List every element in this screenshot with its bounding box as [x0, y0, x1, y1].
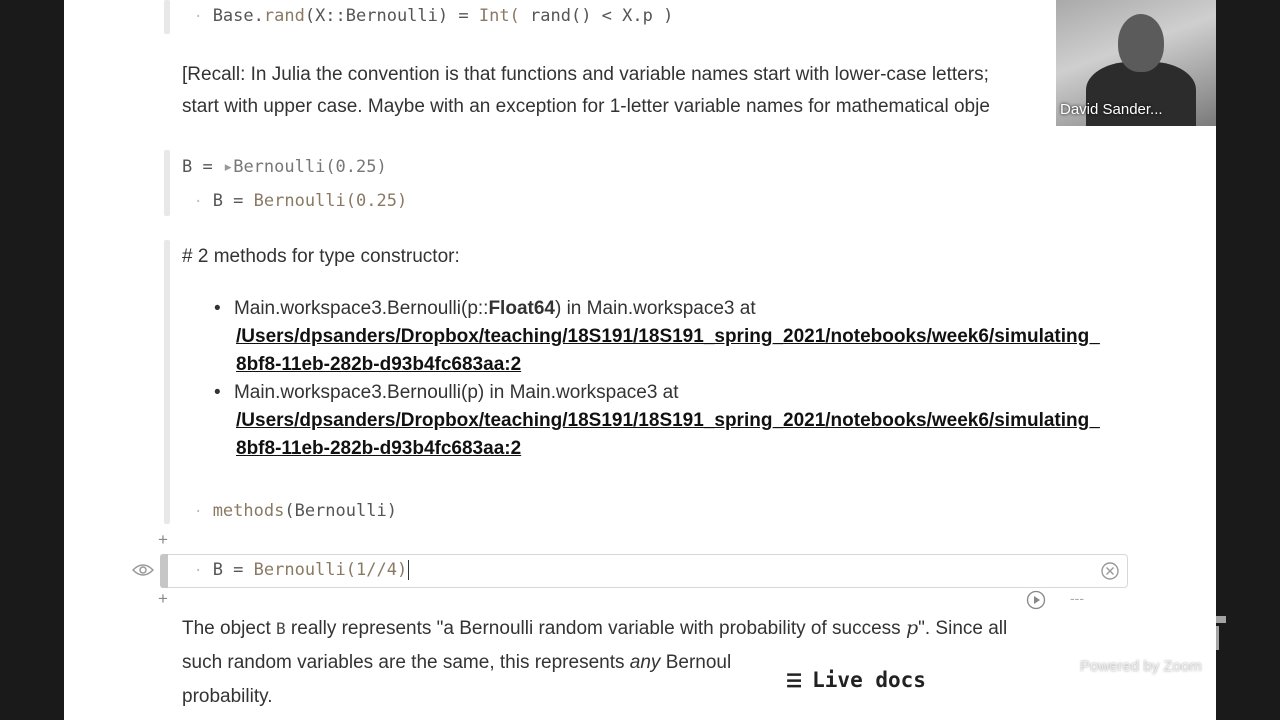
- cell-dot-icon: ·: [194, 563, 203, 579]
- prose-text: really represents "a Bernoulli random va…: [285, 618, 906, 639]
- code-eq: =: [448, 6, 479, 26]
- method-item: • Main.workspace3.Bernoulli(p) in Main.w…: [214, 382, 679, 404]
- more-options-icon[interactable]: ---: [1070, 590, 1084, 606]
- code-rest: rand() < X.p ): [519, 6, 674, 26]
- code-text: B =: [212, 560, 254, 580]
- code-cell-b[interactable]: · B = Bernoulli(0.25): [194, 191, 407, 211]
- code-args: (0.25): [345, 191, 408, 211]
- cell-bar: [164, 240, 170, 524]
- code-args: (1//4): [345, 560, 408, 580]
- recall-line-2: start with upper case. Maybe with an exc…: [182, 96, 990, 117]
- participant-name: David Sander...: [1060, 101, 1163, 118]
- video-participant-tile: David Sander...: [1056, 0, 1216, 126]
- output-prefix: B =: [182, 157, 223, 177]
- participant-head: [1118, 14, 1164, 72]
- cell-bar: [164, 150, 170, 216]
- live-docs-label: Live docs: [812, 668, 926, 692]
- cell-drag-handle[interactable]: [160, 554, 168, 588]
- method-path-link[interactable]: /Users/dpsanders/Dropbox/teaching/18S191…: [236, 326, 1100, 348]
- prose-text: The object: [182, 618, 276, 639]
- code-cell-rand[interactable]: · Base.rand(X::Bernoulli) = Int( rand() …: [194, 6, 673, 26]
- code-fn: Bernoulli: [253, 560, 346, 580]
- cell-bar: [164, 0, 170, 34]
- code-text: Base.: [212, 6, 264, 26]
- inline-code: B: [276, 619, 286, 638]
- code-cell-methods[interactable]: · methods(Bernoulli): [194, 501, 397, 521]
- zoom-watermark: Powered by Zoom: [1080, 658, 1202, 675]
- text-cursor: ​: [408, 560, 410, 580]
- prose-line-1: The object B really represents "a Bernou…: [182, 617, 1007, 640]
- code-int: Int(: [478, 6, 520, 26]
- methods-header: # 2 methods for type constructor:: [182, 246, 460, 267]
- active-cell-code[interactable]: · B = Bernoulli(1//4)​: [194, 560, 410, 580]
- prose-emphasis: any: [629, 652, 661, 673]
- prose-text: such random variables are the same, this…: [182, 652, 630, 673]
- code-fn: rand: [263, 6, 305, 26]
- prose-text: Bernoul: [660, 652, 732, 673]
- method-path-link-line2[interactable]: 8bf8-11eb-282b-d93b4fc683aa:2: [236, 438, 521, 460]
- output-value: Bernoulli(0.25): [233, 157, 387, 177]
- expand-triangle-icon[interactable]: ▸: [223, 157, 233, 177]
- prose-text: ". Since all: [918, 618, 1008, 639]
- method-signature: Main.workspace3.Bernoulli(p::: [233, 298, 489, 319]
- live-docs-button[interactable]: ☰ Live docs: [786, 668, 926, 692]
- code-text: B =: [212, 191, 254, 211]
- method-signature-type: Float64: [488, 298, 555, 319]
- code-fn: methods: [212, 501, 285, 521]
- method-location: in Main.workspace3 at: [484, 382, 679, 403]
- cell-dot-icon: ·: [194, 194, 203, 210]
- method-path-link[interactable]: /Users/dpsanders/Dropbox/teaching/18S191…: [236, 410, 1100, 432]
- cell-output-b: B = ▸Bernoulli(0.25): [182, 157, 387, 177]
- method-path-link-line2[interactable]: 8bf8-11eb-282b-d93b4fc683aa:2: [236, 354, 521, 376]
- cell-dot-icon: ·: [194, 9, 203, 25]
- add-cell-above-button[interactable]: +: [158, 530, 168, 550]
- math-var: p: [905, 617, 919, 639]
- mit-logo-icon: [1158, 616, 1226, 650]
- cell-dot-icon: ·: [194, 504, 203, 520]
- add-cell-below-button[interactable]: +: [158, 589, 168, 609]
- bullet-icon: •: [214, 382, 221, 403]
- recall-line-1: [Recall: In Julia the convention is that…: [182, 64, 989, 85]
- code-fn: Bernoulli: [253, 191, 346, 211]
- run-cell-icon[interactable]: [1026, 590, 1046, 615]
- method-location: ) in Main.workspace3 at: [554, 298, 756, 319]
- code-args: (X::Bernoulli): [304, 6, 449, 26]
- clear-cell-icon[interactable]: [1100, 561, 1120, 586]
- bullet-icon: •: [214, 298, 221, 319]
- prose-line-3: probability.: [182, 686, 273, 707]
- method-signature: Main.workspace3.Bernoulli(p): [233, 382, 485, 403]
- eye-icon[interactable]: [131, 562, 155, 583]
- notebook-page: · Base.rand(X::Bernoulli) = Int( rand() …: [64, 0, 1216, 720]
- prose-line-2: such random variables are the same, this…: [182, 652, 731, 674]
- books-icon: ☰: [786, 671, 803, 692]
- code-args: (Bernoulli): [284, 501, 397, 521]
- method-item: • Main.workspace3.Bernoulli(p::Float64) …: [214, 298, 756, 320]
